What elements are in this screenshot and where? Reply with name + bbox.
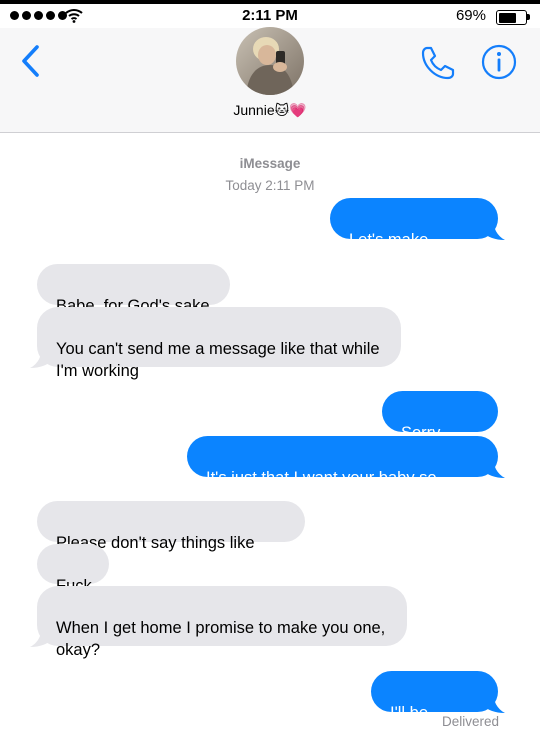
service-label: iMessage — [239, 156, 301, 171]
bubble-tail — [483, 218, 505, 240]
message-text: Let's make babies — [349, 231, 429, 271]
message-bubble-incoming[interactable]: Babe, for God's sake — [37, 264, 230, 315]
conversation-timestamp: Today 2:11 PM — [225, 178, 315, 193]
message-text: You can't send me a message like that wh… — [56, 340, 380, 380]
battery-percent: 69% — [455, 7, 486, 24]
message-bubble-outgoing[interactable]: I'll be waiting — [371, 671, 505, 744]
bubble-tail — [483, 691, 505, 713]
info-icon[interactable] — [481, 44, 517, 80]
message-bubble-incoming[interactable]: When I get home I promise to make you on… — [30, 586, 407, 659]
message-bubble-outgoing[interactable]: Let's make babies — [330, 198, 505, 271]
message-bubble-incoming[interactable]: Fuck — [37, 544, 109, 595]
message-text: When I get home I promise to make you on… — [56, 619, 386, 659]
delivery-status: Delivered — [441, 714, 499, 729]
status-bar: 2:11 PM 69% — [0, 4, 540, 28]
bubble-tail — [30, 346, 52, 368]
bubble-tail — [483, 456, 505, 478]
battery-icon — [496, 10, 530, 25]
contact-avatar[interactable] — [236, 27, 304, 95]
avatar-photo-icon — [236, 27, 304, 95]
back-chevron-icon[interactable] — [18, 44, 44, 78]
message-bubble-incoming[interactable]: You can't send me a message like that wh… — [30, 307, 401, 380]
conversation-header: Junnie🐱💗 — [0, 27, 540, 133]
phone-icon[interactable] — [419, 44, 457, 82]
message-bubble-incoming[interactable]: Please don't say things like that — [37, 501, 305, 574]
message-text: I'll be waiting — [390, 704, 442, 744]
message-bubble-outgoing[interactable]: Sorry baby — [382, 391, 498, 464]
contact-name[interactable]: Junnie🐱💗 — [0, 102, 540, 119]
bubble-tail — [30, 625, 52, 647]
message-bubble-outgoing[interactable]: It's just that I want your baby so much — [187, 436, 505, 509]
